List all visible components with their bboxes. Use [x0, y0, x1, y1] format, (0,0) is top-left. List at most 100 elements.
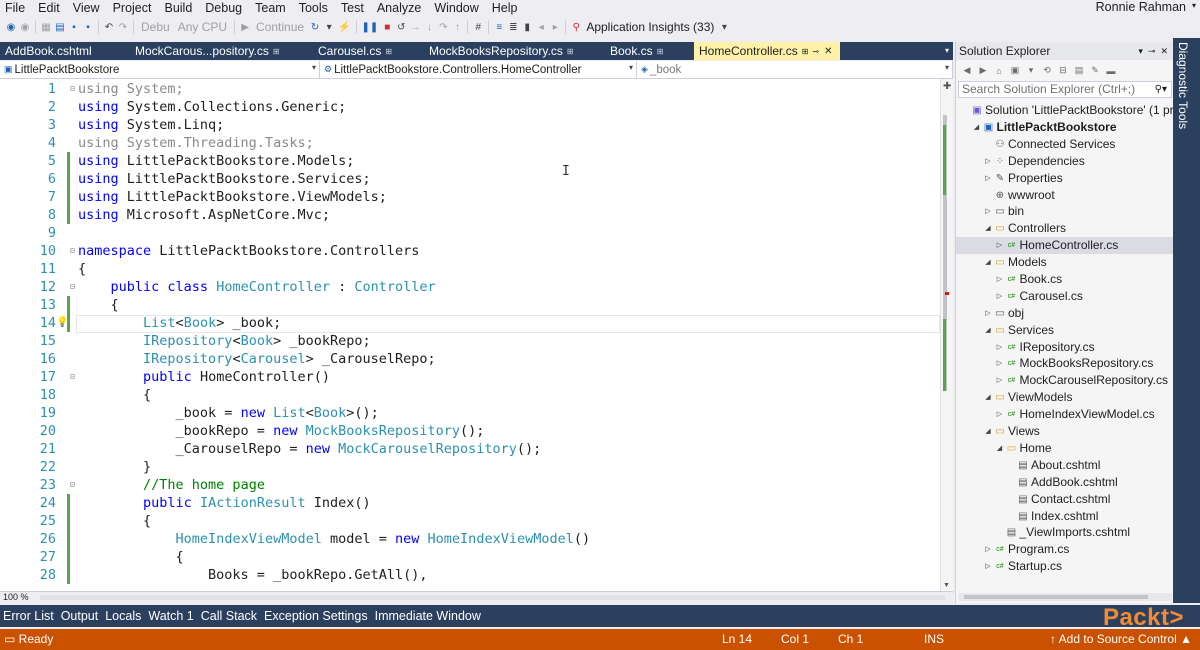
menu-test[interactable]: Test: [336, 1, 372, 15]
tree-item[interactable]: ▷ c# IRepository.cs: [956, 339, 1174, 356]
user-account-name[interactable]: Ronnie Rahman: [1096, 0, 1186, 14]
home-icon[interactable]: ⌂: [992, 62, 1006, 80]
pin-icon[interactable]: ⊞: [802, 47, 809, 56]
lightbulb-icon[interactable]: 💡: [56, 317, 68, 328]
collapse-icon[interactable]: ⊟: [70, 242, 78, 260]
tree-item[interactable]: ▷ c# MockCarouselRepository.cs: [956, 372, 1174, 389]
application-insights-icon[interactable]: ⚲: [569, 18, 583, 36]
pin-icon[interactable]: ⊞: [567, 47, 574, 56]
code-line[interactable]: 18 {: [0, 386, 940, 404]
code-line[interactable]: 25 {: [0, 512, 940, 530]
code-line[interactable]: 8 using Microsoft.AspNetCore.Mvc;: [0, 206, 940, 224]
tree-item[interactable]: ◢ ▭ Services: [956, 322, 1174, 339]
scrollbar-thumb[interactable]: [964, 595, 1148, 599]
application-insights-button[interactable]: Application Insights (33): [583, 18, 717, 36]
type-dropdown[interactable]: ⚙ LittlePacktBookstore.Controllers.HomeC…: [320, 61, 637, 78]
editor-vertical-scrollbar[interactable]: ✚ ▼: [940, 79, 953, 591]
project-dropdown[interactable]: ▣ LittlePacktBookstore ▾: [0, 61, 320, 78]
code-line[interactable]: 26 HomeIndexViewModel model = new HomeIn…: [0, 530, 940, 548]
browser-link-icon[interactable]: ⚡: [336, 18, 352, 36]
tree-item[interactable]: ▷ c# HomeIndexViewModel.cs: [956, 406, 1174, 423]
code-line[interactable]: 20 _bookRepo = new MockBooksRepository()…: [0, 422, 940, 440]
step-over-icon[interactable]: ↷: [436, 18, 450, 36]
switch-views-icon[interactable]: ▣: [1008, 62, 1022, 80]
tree-item[interactable]: ▷ ▭ bin: [956, 203, 1174, 220]
collapsed-arrow-icon[interactable]: ▷: [995, 339, 1005, 356]
collapse-icon[interactable]: ⊟: [70, 80, 78, 98]
expanded-arrow-icon[interactable]: ◢: [972, 119, 982, 136]
code-line[interactable]: 21 _CarouselRepo = new MockCarouselRepos…: [0, 440, 940, 458]
refresh-icon[interactable]: ↻: [308, 18, 322, 36]
tree-item[interactable]: ▷ ✎ Properties: [956, 170, 1174, 187]
menu-debug[interactable]: Debug: [200, 1, 250, 15]
collapsed-arrow-icon[interactable]: ▷: [995, 372, 1005, 389]
code-line[interactable]: 1 ⊟ using System;: [0, 80, 940, 98]
collapsed-arrow-icon[interactable]: ▷: [983, 541, 993, 558]
tree-item[interactable]: ▤ _ViewImports.cshtml: [956, 524, 1174, 541]
tree-item[interactable]: ▤ Contact.cshtml: [956, 491, 1174, 508]
tab-output[interactable]: Output: [61, 609, 103, 623]
menu-window[interactable]: Window: [429, 1, 486, 15]
tab-overflow-chevron-icon[interactable]: ▾: [945, 46, 949, 55]
tree-item[interactable]: ◢ ▭ Views: [956, 423, 1174, 440]
code-line[interactable]: 10 ⊟ namespace LittlePacktBookstore.Contro…: [0, 242, 940, 260]
pause-icon[interactable]: ❚❚: [360, 18, 381, 36]
code-line[interactable]: 5 using LittlePacktBookstore.Models;: [0, 152, 940, 170]
code-line[interactable]: 27 {: [0, 548, 940, 566]
menu-analyze[interactable]: Analyze: [372, 1, 429, 15]
hex-display-icon[interactable]: #: [471, 18, 485, 36]
collapsed-arrow-icon[interactable]: ▷: [983, 153, 993, 170]
sync-with-document-icon[interactable]: ⟲: [1040, 62, 1054, 80]
next-bookmark-icon[interactable]: ▸: [548, 18, 562, 36]
tree-item[interactable]: ▷ c# MockBooksRepository.cs: [956, 355, 1174, 372]
continue-play-icon[interactable]: ▶: [238, 18, 252, 36]
tree-item[interactable]: ◢ ▭ Controllers: [956, 220, 1174, 237]
code-line[interactable]: 7 using LittlePacktBookstore.ViewModels;: [0, 188, 940, 206]
restart-icon[interactable]: ↺: [394, 18, 408, 36]
tab-homecontroller-cs[interactable]: HomeController.cs ⊞ ⊸ ✕: [694, 42, 840, 60]
tree-item[interactable]: ▷ ⁘ Dependencies: [956, 153, 1174, 170]
back-icon[interactable]: ◀: [960, 62, 974, 80]
collapsed-arrow-icon[interactable]: ▷: [983, 558, 993, 575]
code-line[interactable]: 17 ⊟ public HomeController(): [0, 368, 940, 386]
code-editor[interactable]: 1 ⊟ using System; 2 using System.Collections…: [0, 79, 953, 591]
expanded-arrow-icon[interactable]: ◢: [983, 220, 993, 237]
collapsed-arrow-icon[interactable]: ▷: [995, 406, 1005, 423]
code-line[interactable]: 14 List<Book> _book;: [0, 314, 940, 332]
collapsed-arrow-icon[interactable]: ▷: [983, 203, 993, 220]
code-line[interactable]: 28 Books = _bookRepo.GetAll(),: [0, 566, 940, 584]
tree-item[interactable]: ▤ Index.cshtml: [956, 508, 1174, 525]
expanded-arrow-icon[interactable]: ◢: [995, 440, 1005, 457]
open-file-icon[interactable]: ▤: [53, 18, 67, 36]
collapsed-arrow-icon[interactable]: ▷: [995, 355, 1005, 372]
collapse-icon[interactable]: ⊟: [70, 368, 78, 386]
tree-item[interactable]: ▷ c# Program.cs: [956, 541, 1174, 558]
tab-error-list[interactable]: Error List: [3, 609, 58, 623]
tab-immediate-window[interactable]: Immediate Window: [375, 609, 485, 623]
collapse-icon[interactable]: ⊟: [70, 476, 78, 494]
tab-carousel-cs[interactable]: Carousel.cs ⊞: [313, 42, 424, 60]
code-line[interactable]: 9: [0, 224, 940, 242]
pin-tab-icon[interactable]: ⊸: [812, 47, 819, 56]
tab-watch-1[interactable]: Watch 1: [148, 609, 197, 623]
collapsed-arrow-icon[interactable]: ▷: [995, 271, 1005, 288]
scroll-down-arrow-icon[interactable]: ▼: [943, 582, 950, 589]
undo-icon[interactable]: ↶: [102, 18, 116, 36]
code-line[interactable]: 12 ⊟ public class HomeController : Contro…: [0, 278, 940, 296]
tree-item[interactable]: ◢ ▣ LittlePacktBookstore: [956, 119, 1174, 136]
collapsed-arrow-icon[interactable]: ▷: [995, 237, 1005, 254]
tree-item[interactable]: ◢ ▭ Home: [956, 440, 1174, 457]
back-navigate-icon[interactable]: ◉: [4, 18, 18, 36]
menu-edit[interactable]: Edit: [33, 1, 68, 15]
collapsed-arrow-icon[interactable]: ▷: [983, 305, 993, 322]
save-icon[interactable]: ▪: [67, 18, 81, 36]
code-line[interactable]: 6 using LittlePacktBookstore.Services;: [0, 170, 940, 188]
collapsed-arrow-icon[interactable]: ▷: [995, 288, 1005, 305]
member-dropdown[interactable]: ◈ _book ▾: [637, 61, 953, 78]
tree-item[interactable]: ▤ About.cshtml: [956, 457, 1174, 474]
tab-mockcarouselrepository-cs[interactable]: MockCarous...pository.cs ⊞: [130, 42, 313, 60]
stop-icon[interactable]: ■: [380, 18, 394, 36]
collapsed-arrow-icon[interactable]: ▷: [983, 170, 993, 187]
tree-item[interactable]: ▣ Solution 'LittlePacktBookstore' (1 proj: [956, 102, 1174, 119]
menu-file[interactable]: File: [0, 1, 33, 15]
